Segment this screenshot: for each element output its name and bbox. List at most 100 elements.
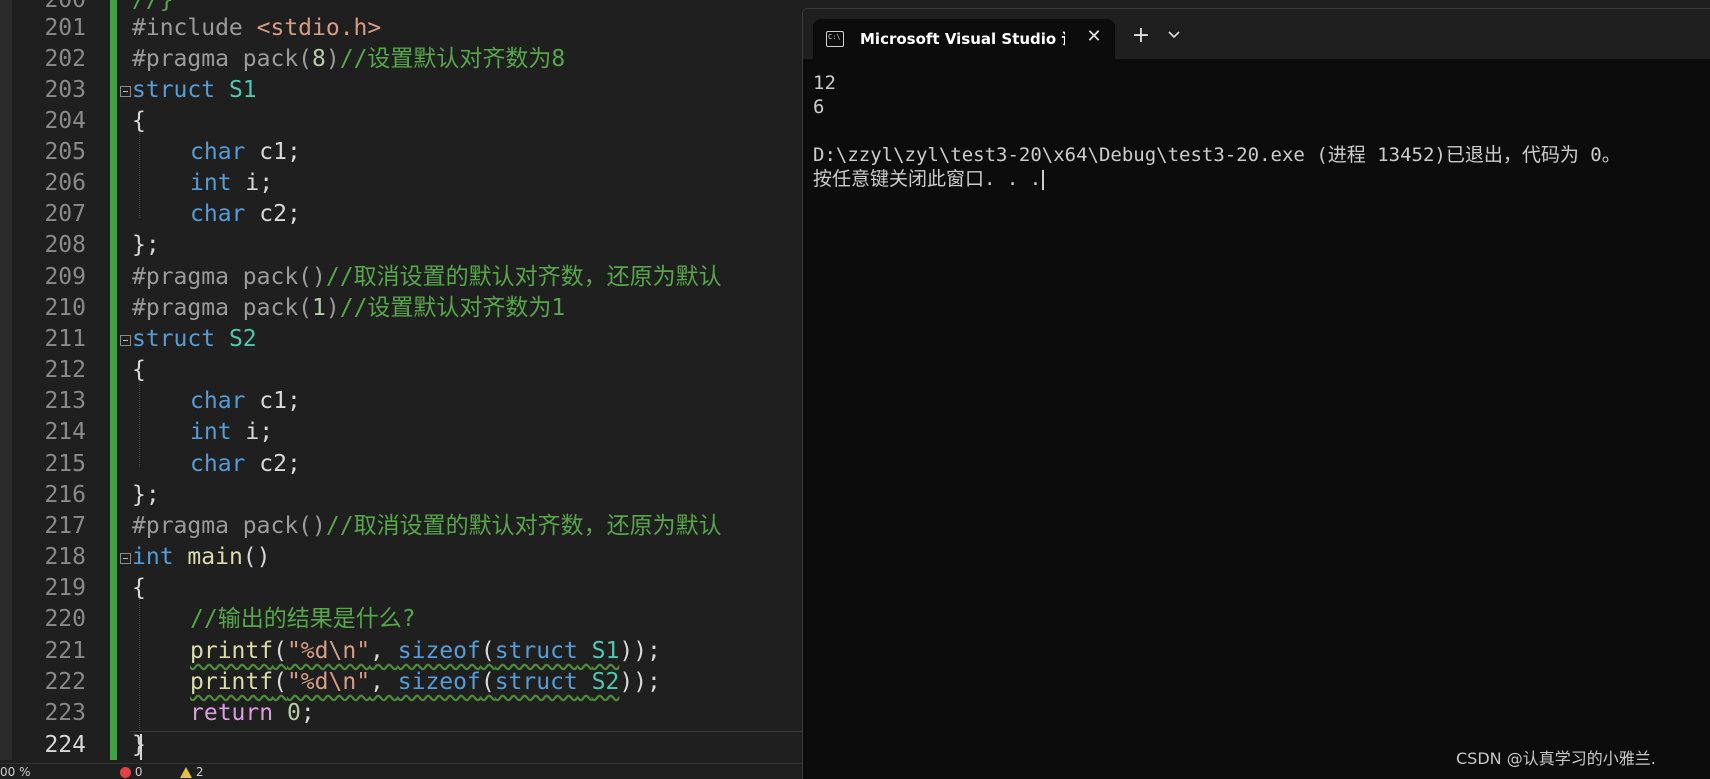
fold-toggle-icon[interactable] xyxy=(120,335,131,346)
code-line: } xyxy=(132,732,146,758)
editor-status-bar: 00 % 0 2 xyxy=(0,763,802,778)
preprocessor-token: #pragma pack( xyxy=(132,46,313,72)
preprocessor-token: #include xyxy=(132,15,257,41)
keyword-token: struct xyxy=(494,638,578,664)
text-caret xyxy=(140,734,142,760)
terminal-title-bar: Microsoft Visual Studio 调试控制台 ✕ + xyxy=(803,9,1710,59)
code-line: char c1; xyxy=(190,386,301,417)
console-cursor xyxy=(1042,169,1045,190)
code-line: { xyxy=(132,108,146,134)
error-count[interactable]: 0 xyxy=(120,765,142,778)
keyword-token: sizeof xyxy=(397,669,481,695)
line-number: 215 xyxy=(44,451,86,477)
line-number: 207 xyxy=(44,201,86,227)
new-tab-plus-icon[interactable]: + xyxy=(1129,25,1153,49)
preprocessor-token: #pragma pack( xyxy=(132,295,313,321)
console-line-prompt: 按任意键关闭此窗口. . . xyxy=(813,167,1045,191)
chevron-down-icon[interactable] xyxy=(1165,29,1183,45)
code-line: #include <stdio.h> xyxy=(132,13,381,44)
warning-count[interactable]: 2 xyxy=(180,765,203,778)
code-line: char c2; xyxy=(190,199,301,230)
type-name-token: S2 xyxy=(228,326,257,352)
console-line: D:\zzyl\zyl\test3-20\x64\Debug\test3-20.… xyxy=(813,144,1621,166)
code-line: }; xyxy=(132,232,160,258)
change-tracking-bar xyxy=(110,0,117,760)
zoom-level[interactable]: 00 % xyxy=(0,765,31,778)
punctuation-token: ( xyxy=(273,669,287,695)
keyword-token: char xyxy=(190,201,246,227)
function-name-token: printf xyxy=(190,638,274,664)
header-token: <stdio.h> xyxy=(256,15,382,41)
line-number: 209 xyxy=(44,264,86,290)
function-name-token: main xyxy=(187,544,243,570)
code-editor[interactable]: 200 201 202 203 204 205 206 207 208 209 … xyxy=(0,0,802,778)
punctuation-token: ( xyxy=(273,638,287,664)
line-number: 223 xyxy=(44,700,86,726)
punctuation-token: ; xyxy=(300,700,315,726)
close-tab-icon[interactable]: ✕ xyxy=(1084,27,1104,47)
code-line: printf("%d\n", sizeof(struct S1)); xyxy=(190,636,661,667)
punctuation-token: )); xyxy=(619,638,661,664)
identifier-token: c1; xyxy=(259,388,301,414)
comment-token: //} xyxy=(132,0,174,13)
code-line: struct S2 xyxy=(120,324,257,355)
number-token: 1 xyxy=(312,295,326,321)
code-line: int i; xyxy=(190,168,273,199)
keyword-token: sizeof xyxy=(397,638,481,664)
function-name-token: printf xyxy=(190,669,274,695)
line-number: 211 xyxy=(44,326,86,352)
line-number: 203 xyxy=(44,77,86,103)
line-number: 206 xyxy=(44,170,86,196)
fold-toggle-icon[interactable] xyxy=(120,86,131,97)
type-name-token: S2 xyxy=(591,669,620,695)
terminal-tab[interactable]: Microsoft Visual Studio 调试控制台 ✕ xyxy=(813,19,1115,59)
identifier-token: c2; xyxy=(259,451,301,477)
line-number: 214 xyxy=(44,419,86,445)
code-line: //输出的结果是什么? xyxy=(190,604,416,635)
comment-token: //设置默认对齐数为8 xyxy=(339,46,566,72)
code-line: { xyxy=(132,357,146,383)
line-number: 213 xyxy=(44,388,86,414)
editor-margin xyxy=(0,0,12,760)
identifier-token: c2; xyxy=(259,201,301,227)
identifier-token: c1; xyxy=(259,139,301,165)
keyword-token: struct xyxy=(132,326,216,352)
keyword-token: char xyxy=(190,451,246,477)
line-number: 201 xyxy=(44,15,86,41)
punctuation-token: () xyxy=(242,544,271,570)
punctuation-token: ( xyxy=(480,638,495,664)
line-number: 202 xyxy=(44,46,86,72)
line-number: 208 xyxy=(44,232,86,258)
punctuation-token: , xyxy=(370,638,398,664)
line-number: 220 xyxy=(44,606,86,632)
keyword-token: struct xyxy=(132,77,216,103)
line-number: 204 xyxy=(44,108,86,134)
fold-toggle-icon[interactable] xyxy=(120,553,131,564)
number-token: 0 xyxy=(286,700,301,726)
keyword-token: int xyxy=(190,419,232,445)
code-line: char c1; xyxy=(190,137,301,168)
line-number: 205 xyxy=(44,139,86,165)
punctuation-token: )); xyxy=(619,669,661,695)
type-name-token: S1 xyxy=(591,638,620,664)
line-number: 216 xyxy=(44,482,86,508)
code-line: printf("%d\n", sizeof(struct S2)); xyxy=(190,667,661,698)
warning-icon xyxy=(180,767,192,778)
code-line: { xyxy=(132,575,146,601)
tab-title: Microsoft Visual Studio 调试控制台 xyxy=(860,30,1065,48)
type-name-token: S1 xyxy=(228,77,257,103)
error-count-value: 0 xyxy=(134,765,143,778)
watermark: CSDN @认真学习的小雅兰. xyxy=(1456,749,1656,768)
preprocessor-token: #pragma pack() xyxy=(132,264,326,290)
console-prompt-text: 按任意键关闭此窗口. . . xyxy=(813,168,1042,190)
line-number-current: 224 xyxy=(44,732,86,758)
debug-console-window[interactable]: Microsoft Visual Studio 调试控制台 ✕ + 12 6 D… xyxy=(802,8,1710,779)
code-line: #pragma pack()//取消设置的默认对齐数，还原为默认 xyxy=(132,511,722,542)
string-token: "%d\n" xyxy=(286,638,371,664)
comment-token: //设置默认对齐数为1 xyxy=(339,295,566,321)
keyword-token: char xyxy=(190,139,246,165)
console-line: 6 xyxy=(813,96,825,118)
keyword-token: struct xyxy=(494,669,578,695)
warning-count-value: 2 xyxy=(195,765,204,778)
comment-token: //输出的结果是什么? xyxy=(190,606,416,632)
